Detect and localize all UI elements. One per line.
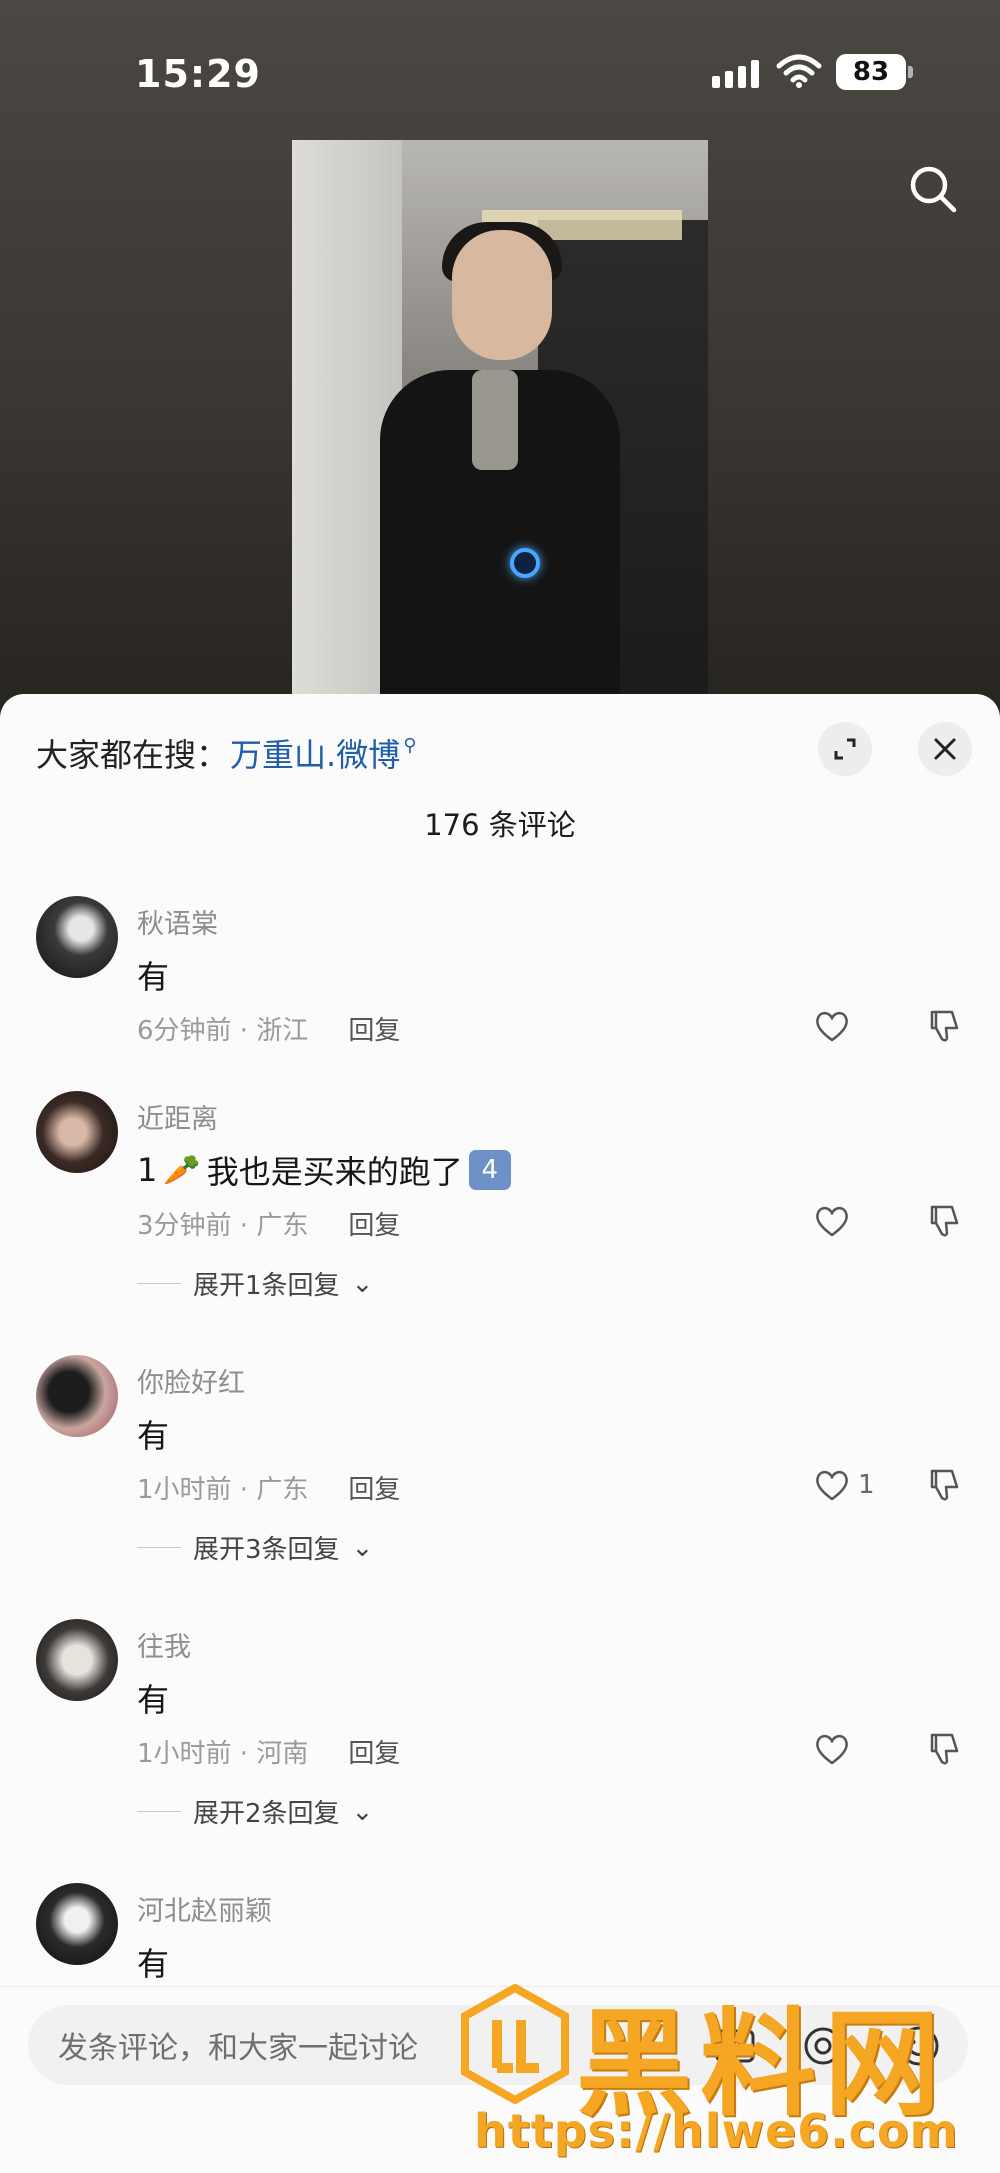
comment-text: 有 [137,1417,170,1455]
expand-replies-button[interactable]: 展开3条回复 ⌄ [137,1529,373,1566]
like-button[interactable] [814,1729,858,1769]
like-button[interactable] [814,1006,858,1046]
avatar[interactable] [36,1091,118,1173]
expand-replies-label: 展开3条回复 [193,1535,340,1565]
thumbs-down-icon[interactable] [924,1729,964,1769]
avatar[interactable] [36,1355,118,1437]
search-icon[interactable] [906,162,960,216]
comment-username[interactable]: 你脸好红 [137,1361,245,1400]
expand-icon [834,738,856,760]
battery-icon: 83 [836,54,913,90]
thumbs-down-icon[interactable] [924,1465,964,1505]
expand-replies-button[interactable]: 展开2条回复 ⌄ [137,1793,373,1830]
chevron-down-icon: ⌄ [351,1796,374,1827]
comment-time-location: 3分钟前 · 广东 [137,1211,309,1241]
keyword-search-icon: ⚲ [403,734,417,756]
expand-button[interactable] [818,722,872,776]
comment-meta: 3分钟前 · 广东 回复 [137,1205,400,1242]
comment-meta: 1小时前 · 广东 回复 [137,1469,400,1506]
carrot-emoji-icon: 🥕 [163,1152,201,1188]
comment-meta: 1小时前 · 河南 回复 [137,1733,400,1770]
divider-line [137,1547,181,1548]
status-bar: 15:29 83 [0,0,1000,140]
avatar[interactable] [36,1619,118,1701]
comment-time-location: 1小时前 · 河南 [137,1739,309,1769]
reply-button[interactable]: 回复 [348,1010,400,1047]
comment-text: 有 [137,958,170,996]
comment-text: 1 🥕 我也是买来的跑了 4 [137,1147,511,1193]
wifi-icon [776,54,822,88]
like-button[interactable]: 1 [814,1465,875,1505]
signal-icon [712,58,762,88]
watermark-logo [461,1984,569,2104]
comment-time-location: 1小时前 · 广东 [137,1475,309,1505]
thumbs-down-icon[interactable] [924,1006,964,1046]
hot-search-label: 大家都在搜： [36,736,229,774]
expand-replies-button[interactable]: 展开1条回复 ⌄ [137,1265,373,1302]
comment-text: 有 [137,1681,170,1719]
comment-text-main: 我也是买来的跑了 [206,1153,463,1191]
reply-button[interactable]: 回复 [348,1469,400,1506]
video-frame [292,140,708,700]
comment-username[interactable]: 往我 [137,1625,191,1664]
hot-search-keyword[interactable]: 万重山.微博 [230,730,400,776]
heart-icon [816,1470,848,1501]
divider-line [137,1283,181,1284]
comment-time-location: 6分钟前 · 浙江 [137,1016,309,1046]
comment-username[interactable]: 河北赵丽颖 [137,1889,272,1928]
avatar[interactable] [36,896,118,978]
comment-count: 176 条评论 [424,808,576,842]
close-button[interactable] [918,722,972,776]
comment-sheet: 大家都在搜： 万重山.微博 ⚲ 176 条评论 秋语棠 有 6分钟前 · 浙江 … [0,694,1000,2173]
like-button[interactable] [814,1201,858,1241]
expand-replies-label: 展开1条回复 [193,1271,340,1301]
reply-button[interactable]: 回复 [348,1205,400,1242]
chevron-down-icon: ⌄ [351,1532,374,1563]
chevron-down-icon: ⌄ [351,1268,374,1299]
comment-meta: 6分钟前 · 浙江 回复 [137,1010,400,1047]
heart-icon [816,1011,848,1042]
expand-replies-label: 展开2条回复 [193,1799,340,1829]
number-badge: 4 [468,1150,511,1190]
watermark-url: https://hlwe6.com [474,2104,959,2158]
like-count: 1 [858,1470,875,1500]
close-icon [934,738,956,760]
heart-icon [816,1206,848,1237]
reply-button[interactable]: 回复 [348,1733,400,1770]
avatar[interactable] [36,1883,118,1965]
comment-text: 有 [137,1945,170,1983]
hot-search[interactable]: 大家都在搜： 万重山.微博 ⚲ [36,730,416,776]
comment-text-prefix: 1 [137,1151,158,1189]
status-time: 15:29 [135,52,261,96]
heart-icon [816,1734,848,1765]
divider-line [137,1811,181,1812]
comment-username[interactable]: 秋语棠 [137,902,218,941]
thumbs-down-icon[interactable] [924,1201,964,1241]
comment-username[interactable]: 近距离 [137,1097,218,1136]
